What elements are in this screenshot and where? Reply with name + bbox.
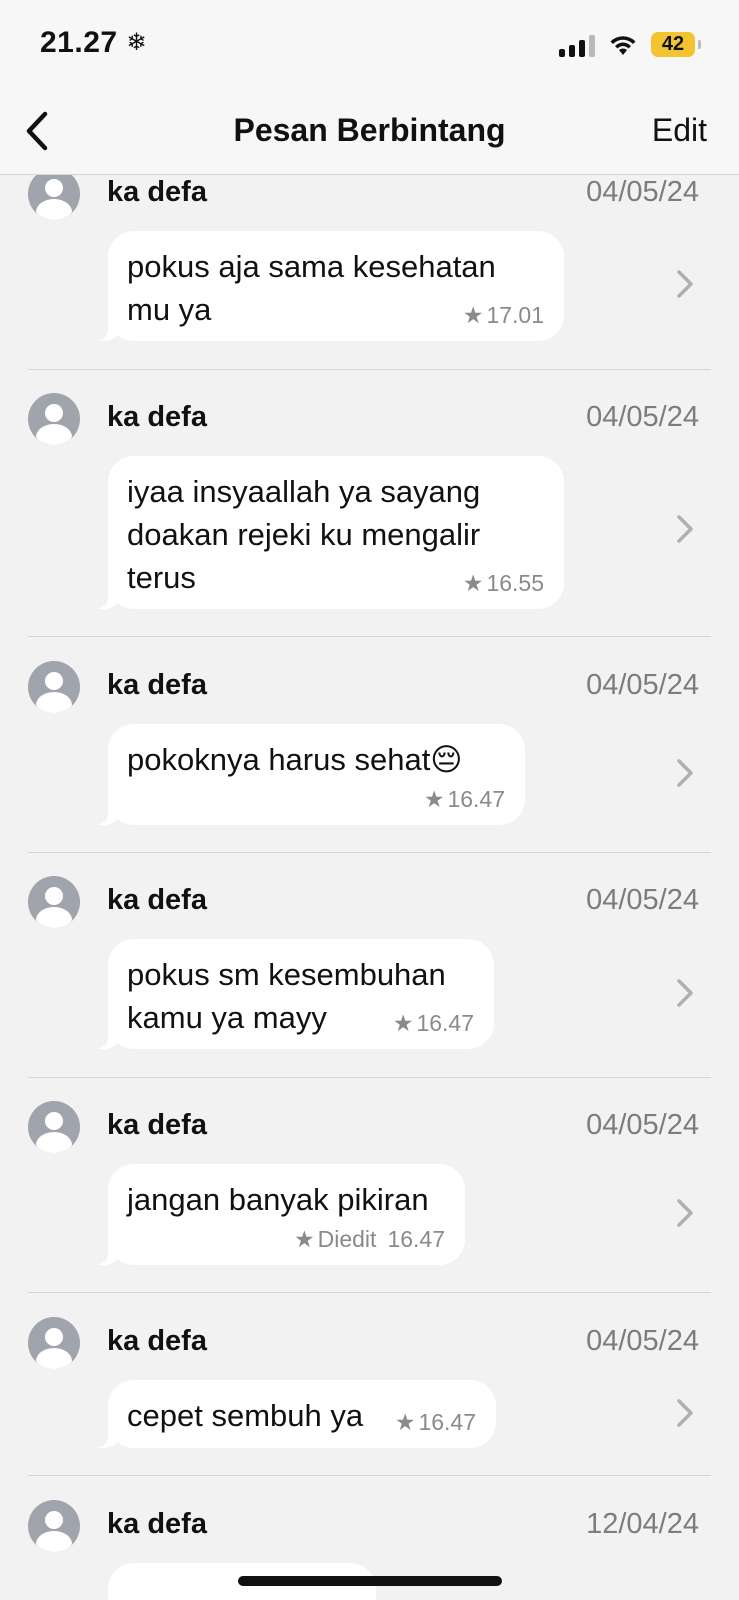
battery-level: 42 [661, 33, 685, 55]
chevron-right-icon[interactable] [675, 268, 695, 300]
message-bubble[interactable]: pokus sm kesembuhan kamu ya mayy ★ 16.47 [94, 939, 494, 1049]
chevron-right-icon[interactable] [675, 757, 695, 789]
status-bar: 21.27 ❄ 42 [0, 0, 739, 92]
snowflake-icon: ❄ [126, 29, 148, 56]
avatar [28, 393, 80, 445]
divider [28, 1475, 711, 1476]
message-time: 17.01 [486, 302, 544, 328]
person-icon [36, 887, 72, 928]
status-indicators: 42 [559, 32, 701, 57]
message-meta: ★ Diedit 16.47 [294, 1226, 445, 1253]
divider [28, 852, 711, 853]
message-bubble[interactable]: jangan banyak pikiran ★ Diedit 16.47 [94, 1164, 465, 1265]
message-time: 16.47 [387, 1226, 445, 1252]
divider [28, 636, 711, 637]
message-date: 04/05/24 [586, 401, 699, 433]
star-icon: ★ [462, 570, 484, 596]
message-line: iyaa insyaallah ya sayang [127, 474, 481, 509]
sender-name: ka defa [107, 1109, 207, 1141]
avatar [28, 876, 80, 928]
chevron-right-icon[interactable] [675, 1397, 695, 1429]
person-icon [36, 179, 72, 220]
edited-label: Diedit [317, 1226, 377, 1252]
person-icon [36, 1328, 72, 1369]
message-date: 04/05/24 [586, 884, 699, 916]
message-bubble[interactable]: cepet sembuh ya ★ 16.47 [94, 1380, 496, 1448]
message-date: 04/05/24 [586, 669, 699, 701]
person-icon [36, 404, 72, 445]
message-time: 16.47 [416, 1010, 474, 1036]
sender-name: ka defa [107, 1325, 207, 1357]
person-icon [36, 1112, 72, 1153]
star-icon: ★ [394, 1409, 416, 1435]
message-bubble[interactable]: pokoknya harus sehat😔 ★ 16.47 [94, 724, 525, 825]
divider [28, 1292, 711, 1293]
message-time: 16.47 [447, 786, 505, 812]
chevron-right-icon[interactable] [675, 977, 695, 1009]
battery-icon: 42 [651, 32, 701, 57]
sender-name: ka defa [107, 669, 207, 701]
chevron-right-icon[interactable] [675, 513, 695, 545]
avatar [28, 1500, 80, 1552]
star-icon: ★ [294, 1226, 315, 1252]
wifi-icon [610, 35, 636, 55]
message-line: pokus aja sama kesehatan [127, 249, 496, 284]
sender-name: ka defa [107, 884, 207, 916]
message-time: 16.55 [486, 570, 544, 596]
divider [28, 369, 711, 370]
message-bubble[interactable]: iyaa insyaallah ya sayang doakan rejeki k… [94, 456, 564, 609]
message-date: 04/05/24 [586, 1109, 699, 1141]
message-meta: ★ 17.01 [463, 302, 544, 329]
sender-name: ka defa [107, 176, 207, 208]
message-line: pokus sm kesembuhan [127, 957, 446, 992]
message-text: pokoknya harus sehat😔 [127, 738, 505, 781]
message-meta: ★ 16.47 [395, 1409, 476, 1436]
avatar [28, 1101, 80, 1153]
message-meta: ★ 16.47 [424, 786, 505, 813]
message-line: pokoknya harus sehat😔 [127, 742, 463, 777]
avatar [28, 175, 80, 220]
message-text: jangan banyak pikiran [127, 1178, 445, 1221]
sender-name: ka defa [107, 1508, 207, 1540]
page-title: Pesan Berbintang [233, 112, 506, 148]
message-meta: ★ 16.47 [393, 1010, 474, 1037]
status-time: 21.27 ❄ [40, 26, 147, 60]
person-icon [36, 672, 72, 713]
message-time: 16.47 [418, 1409, 476, 1435]
message-bubble[interactable]: pokus aja sama kesehatan mu ya ★ 17.01 [94, 231, 564, 341]
message-meta: ★ 16.55 [463, 570, 544, 597]
edit-button[interactable]: Edit [652, 112, 707, 149]
starred-messages-list[interactable]: ka defa 04/05/24 pokus aja sama kesehatan m… [0, 175, 739, 1600]
star-icon: ★ [462, 302, 484, 328]
time-text: 21.27 [40, 26, 118, 59]
star-icon: ★ [423, 786, 445, 812]
message-line: jangan banyak pikiran [127, 1182, 429, 1217]
sender-name: ka defa [107, 401, 207, 433]
divider [28, 1077, 711, 1078]
chevron-right-icon[interactable] [675, 1197, 695, 1229]
avatar [28, 1317, 80, 1369]
home-indicator [238, 1576, 502, 1586]
message-date: 04/05/24 [586, 176, 699, 208]
message-date: 12/04/24 [586, 1508, 699, 1540]
avatar [28, 661, 80, 713]
star-icon: ★ [392, 1010, 414, 1036]
cellular-signal-icon [559, 33, 595, 57]
message-date: 04/05/24 [586, 1325, 699, 1357]
person-icon [36, 1511, 72, 1552]
navigation-bar: Pesan Berbintang Edit [0, 92, 739, 175]
message-line: doakan rejeki ku mengalir [127, 517, 481, 552]
